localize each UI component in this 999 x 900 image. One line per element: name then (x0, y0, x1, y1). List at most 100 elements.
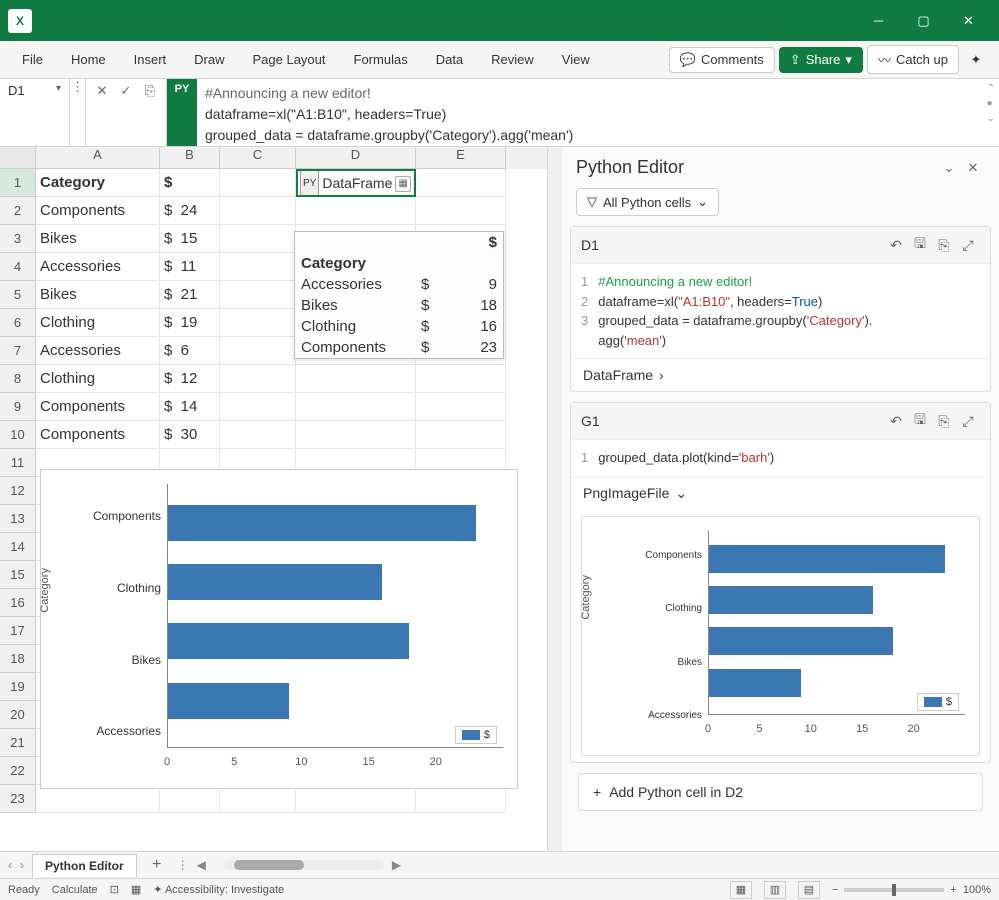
add-sheet-button[interactable]: + (145, 856, 169, 874)
cell-B10[interactable]: $ 30 (160, 421, 220, 449)
cell-A3[interactable]: Bikes (36, 225, 160, 253)
col-header-D[interactable]: D (296, 147, 416, 169)
scroll-right-icon[interactable]: ▶ (392, 858, 401, 872)
row-header-20[interactable]: 20 (0, 701, 36, 729)
col-header-A[interactable]: A (36, 147, 160, 169)
row-header-23[interactable]: 23 (0, 785, 36, 813)
tab-home[interactable]: Home (59, 44, 118, 75)
tab-review[interactable]: Review (479, 44, 546, 75)
copilot-icon[interactable]: ✦ (963, 47, 989, 73)
cell-C8[interactable] (220, 365, 296, 393)
undo-icon[interactable]: ↶ (884, 237, 908, 254)
row-header-16[interactable]: 16 (0, 589, 36, 617)
undo-icon[interactable]: ↶ (884, 413, 908, 430)
cell-D9[interactable] (296, 393, 416, 421)
embedded-chart[interactable]: CategoryComponentsClothingBikesAccessori… (40, 469, 518, 789)
python-toggle-icon[interactable]: ⎘ (140, 83, 160, 99)
cell-B6[interactable]: $ 19 (160, 309, 220, 337)
row-header-1[interactable]: 1 (0, 169, 36, 197)
catch-up-button[interactable]: 〰Catch up (867, 45, 959, 74)
cell-output-toggle[interactable]: DataFrame› (571, 358, 990, 391)
cell-B7[interactable]: $ 6 (160, 337, 220, 365)
cell-C23[interactable] (220, 785, 296, 813)
cell-C5[interactable] (220, 281, 296, 309)
save-icon[interactable]: 🖫 (908, 409, 932, 433)
cell-output-toggle[interactable]: PngImageFile⌄ (571, 476, 990, 510)
tab-file[interactable]: File (10, 44, 55, 75)
vertical-scrollbar[interactable] (548, 147, 562, 851)
col-header-E[interactable]: E (416, 147, 506, 169)
save-icon[interactable]: 🖫 (908, 233, 932, 257)
spreadsheet-grid[interactable]: ABCDE 1Category$PYDataFrame▦2Components$… (0, 147, 548, 851)
row-header-15[interactable]: 15 (0, 561, 36, 589)
cell-A4[interactable]: Accessories (36, 253, 160, 281)
cell-B4[interactable]: $ 11 (160, 253, 220, 281)
minimize-button[interactable]: ─ (856, 0, 901, 41)
cell-D2[interactable] (296, 197, 416, 225)
confirm-icon[interactable]: ✓ (116, 83, 136, 99)
cell-C3[interactable] (220, 225, 296, 253)
horizontal-scrollbar[interactable] (224, 860, 384, 870)
cell-D10[interactable] (296, 421, 416, 449)
cell-A10[interactable]: Components (36, 421, 160, 449)
cell-A6[interactable]: Clothing (36, 309, 160, 337)
chevron-down-icon[interactable]: ⌄ (937, 160, 961, 176)
row-header-12[interactable]: 12 (0, 477, 36, 505)
formula-input[interactable]: #Announcing a new editor! dataframe=xl("… (197, 79, 999, 146)
zoom-out[interactable]: − (832, 884, 838, 896)
row-header-9[interactable]: 9 (0, 393, 36, 421)
cell-C4[interactable] (220, 253, 296, 281)
row-header-2[interactable]: 2 (0, 197, 36, 225)
cell-C1[interactable] (220, 169, 296, 197)
cancel-icon[interactable]: ✕ (92, 83, 112, 99)
expand-icon[interactable]: ⤢ (956, 413, 980, 430)
select-all-corner[interactable] (0, 147, 36, 169)
more-icon[interactable]: ⋮ (177, 858, 189, 872)
cell-C7[interactable] (220, 337, 296, 365)
col-header-B[interactable]: B (160, 147, 220, 169)
python-filter-button[interactable]: ▽ All Python cells ⌄ (576, 188, 719, 216)
sheet-tab[interactable]: Python Editor (32, 854, 137, 877)
cell-A7[interactable]: Accessories (36, 337, 160, 365)
row-header-22[interactable]: 22 (0, 757, 36, 785)
share-button[interactable]: ⇪Share▾ (779, 47, 863, 73)
tab-prev[interactable]: ‹ (8, 858, 12, 872)
row-header-19[interactable]: 19 (0, 673, 36, 701)
zoom-level[interactable]: 100% (963, 884, 991, 896)
view-page-layout[interactable]: ▥ (764, 881, 786, 899)
view-page-break[interactable]: ▤ (798, 881, 820, 899)
stats-icon[interactable]: ▦ (131, 883, 141, 896)
cell-B9[interactable]: $ 14 (160, 393, 220, 421)
row-header-21[interactable]: 21 (0, 729, 36, 757)
cell-C2[interactable] (220, 197, 296, 225)
cell-B8[interactable]: $ 12 (160, 365, 220, 393)
cell-A5[interactable]: Bikes (36, 281, 160, 309)
comments-button[interactable]: 💬Comments (669, 47, 775, 73)
scroll-left-icon[interactable]: ◀ (197, 858, 206, 872)
row-header-7[interactable]: 7 (0, 337, 36, 365)
cell-D8[interactable] (296, 365, 416, 393)
close-icon[interactable]: ✕ (961, 160, 985, 176)
close-button[interactable]: ✕ (946, 0, 991, 41)
tab-insert[interactable]: Insert (122, 44, 179, 75)
tab-next[interactable]: › (20, 858, 24, 872)
cell-A9[interactable]: Components (36, 393, 160, 421)
row-header-14[interactable]: 14 (0, 533, 36, 561)
card-icon[interactable]: ▦ (395, 176, 411, 192)
cell-B23[interactable] (160, 785, 220, 813)
maximize-button[interactable]: ▢ (901, 0, 946, 41)
cell-E10[interactable] (416, 421, 506, 449)
cell-C10[interactable] (220, 421, 296, 449)
status-calculate[interactable]: Calculate (52, 884, 98, 896)
more-icon[interactable]: ⋮ (70, 79, 86, 146)
row-header-6[interactable]: 6 (0, 309, 36, 337)
output-mode-icon[interactable]: ⎘ (932, 413, 956, 430)
row-header-4[interactable]: 4 (0, 253, 36, 281)
cell-B3[interactable]: $ 15 (160, 225, 220, 253)
python-cell-d1[interactable]: D1 ↶ 🖫 ⎘ ⤢ 123 #Announcing a new editor!… (570, 226, 991, 392)
chevron-down-icon[interactable]: ▾ (56, 83, 61, 94)
tab-formulas[interactable]: Formulas (342, 44, 420, 75)
tab-data[interactable]: Data (424, 44, 475, 75)
output-mode-icon[interactable]: ⎘ (932, 237, 956, 254)
accessibility-status[interactable]: ✦ Accessibility: Investigate (153, 883, 284, 896)
